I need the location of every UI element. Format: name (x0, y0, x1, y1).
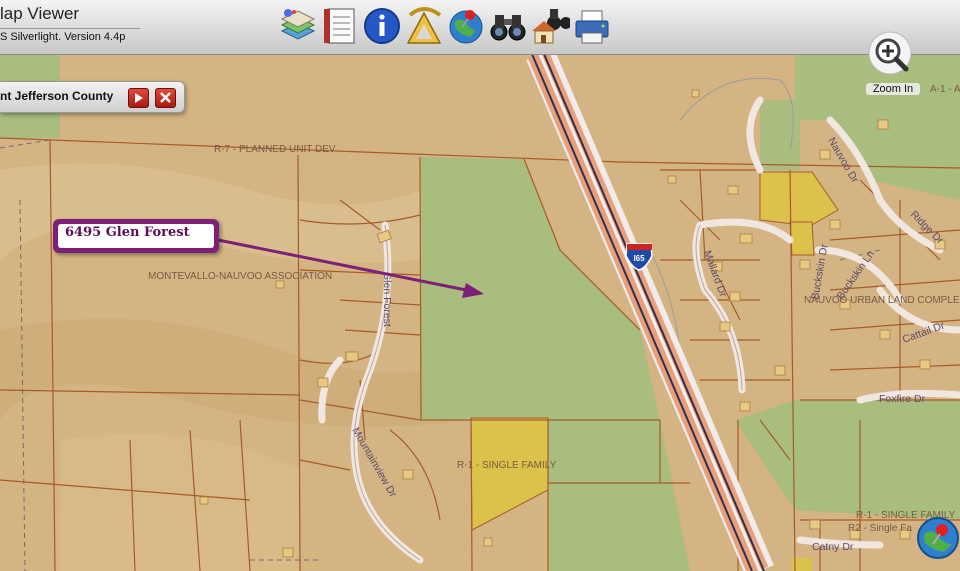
zoom-in-label: Zoom In (866, 83, 920, 95)
measure-icon (406, 7, 442, 44)
go-button[interactable] (128, 88, 149, 108)
printer-icon (575, 10, 609, 44)
pushpin-globe-tool-button[interactable] (446, 5, 486, 47)
globe-pushpin-icon (917, 517, 959, 559)
road-label-glen-forest: Glen Forest (381, 272, 393, 327)
zoning-label-pud: R-7 - PLANNED UNIT DEV (214, 144, 336, 155)
print-tool-button[interactable] (572, 5, 612, 47)
app-title: lap Viewer (0, 4, 80, 23)
zoning-label-single-family-3: R2 - Single Fa (848, 523, 912, 534)
shield-number: I65 (633, 254, 645, 263)
close-button[interactable] (155, 88, 176, 108)
zoom-in-icon (868, 31, 912, 75)
info-tool-button[interactable] (362, 5, 402, 47)
address-callout: 6495 Glen Forest (53, 219, 219, 253)
pushpin-globe-icon (449, 10, 483, 44)
zoom-in-control[interactable]: Zoom In (866, 31, 920, 101)
app-subtitle: S Silverlight. Version 4.4p (0, 31, 126, 43)
search-result-bar: nt Jefferson County (0, 81, 185, 113)
association-label: MONTEVALLO-NAUVOO ASSOCIATION (148, 271, 332, 282)
zoning-label-single-family: R-1 - SINGLE FAMILY (457, 460, 557, 471)
zoning-label-a1: A-1 - A (930, 84, 960, 95)
close-icon (160, 92, 171, 103)
overview-map-button[interactable] (916, 516, 960, 560)
notebook-icon (324, 8, 355, 44)
layers-icon (280, 9, 316, 40)
info-icon (364, 8, 400, 44)
binoculars-tool-button[interactable] (488, 5, 528, 47)
callout-address-text: 6495 Glen Forest (65, 225, 190, 240)
binoculars-icon (490, 15, 526, 41)
notebook-tool-button[interactable] (320, 5, 360, 47)
search-result-text: nt Jefferson County (0, 89, 114, 103)
land-complex-label: NAUVOO URBAN LAND COMPLEX (804, 295, 960, 306)
layers-tool-button[interactable] (278, 5, 318, 47)
binoculars-house-tool-button[interactable] (530, 5, 572, 47)
road-label-foxfire: Foxfire Dr (879, 393, 926, 405)
measure-tool-button[interactable] (404, 5, 444, 47)
binoculars-house-icon (532, 9, 572, 44)
top-toolbar: lap Viewer S Silverlight. Version 4.4p (0, 0, 960, 55)
play-arrow-icon (135, 93, 143, 103)
title-divider (0, 28, 140, 29)
road-label-catny: Catny Dr (812, 541, 854, 553)
